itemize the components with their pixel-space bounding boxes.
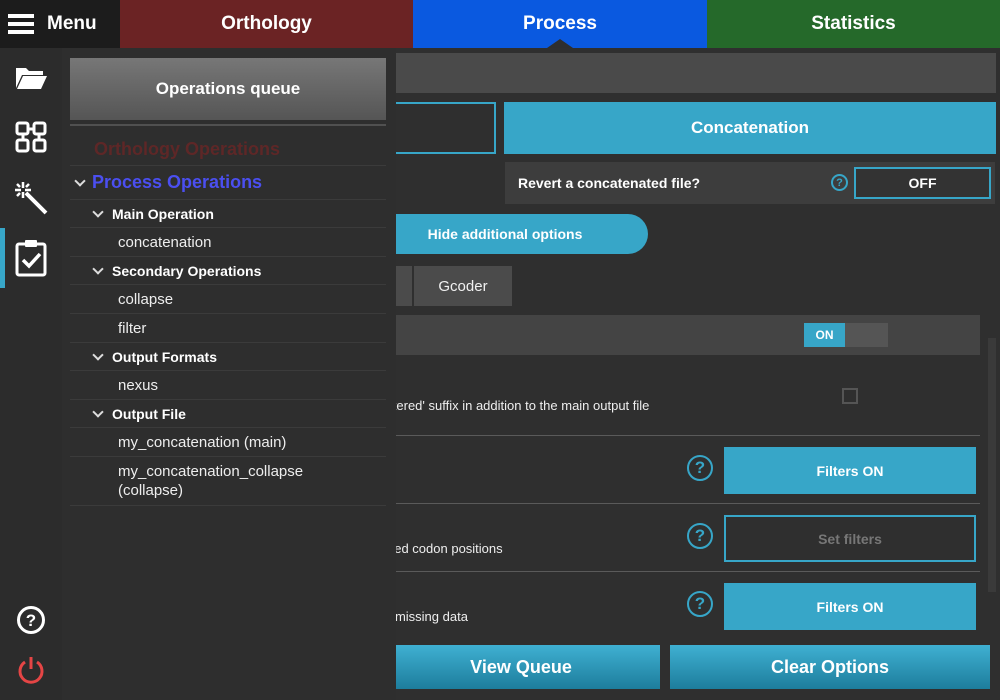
tab-process[interactable]: Process bbox=[413, 0, 707, 48]
filters-on-label: Filters ON bbox=[816, 462, 884, 479]
view-queue-label: View Queue bbox=[470, 656, 572, 677]
missing-data-description: r missing data bbox=[387, 609, 468, 624]
on-off-switch[interactable]: ON bbox=[804, 323, 888, 347]
folder-open-icon[interactable] bbox=[0, 52, 62, 104]
filters-on-label: Filters ON bbox=[816, 598, 884, 615]
divider bbox=[70, 505, 386, 506]
main-operation-label: Main Operation bbox=[112, 205, 214, 222]
filters-on-button[interactable]: Filters ON bbox=[724, 583, 976, 630]
operations-queue-header: Operations queue bbox=[70, 58, 386, 120]
output-file-group[interactable]: Output File bbox=[70, 400, 386, 428]
output-formats-label: Output Formats bbox=[112, 348, 217, 365]
tab-orthology[interactable]: Orthology bbox=[120, 0, 413, 48]
list-item[interactable]: concatenation bbox=[70, 228, 386, 257]
orthology-operations-item[interactable]: Orthology Operations bbox=[70, 134, 386, 166]
tab-statistics[interactable]: Statistics bbox=[707, 0, 1000, 48]
revert-row: Revert a concatenated file? ? OFF bbox=[505, 162, 995, 204]
help-icon[interactable]: ? bbox=[687, 455, 713, 481]
secondary-operations-label: Secondary Operations bbox=[112, 262, 262, 279]
operations-queue-title: Operations queue bbox=[155, 79, 301, 98]
header-strip bbox=[396, 53, 996, 93]
set-filters-button[interactable]: Set filters bbox=[724, 515, 976, 562]
list-item[interactable]: my_concatenation (main) bbox=[70, 428, 386, 457]
output-formats-group[interactable]: Output Formats bbox=[70, 343, 386, 371]
tab-orthology-label: Orthology bbox=[221, 13, 312, 34]
operations-queue-panel: Operations queue Orthology Operations Pr… bbox=[62, 48, 396, 700]
hide-additional-options-button[interactable]: Hide additional options bbox=[362, 214, 648, 254]
chevron-down-icon bbox=[92, 205, 104, 218]
set-filters-label: Set filters bbox=[818, 530, 882, 547]
suffix-description: iltered' suffix in addition to the main … bbox=[387, 398, 650, 413]
process-operations-item[interactable]: Process Operations bbox=[70, 166, 386, 200]
help-icon[interactable]: ? bbox=[687, 591, 713, 617]
list-item[interactable]: my_concatenation_collapse (collapse) bbox=[70, 462, 386, 500]
divider bbox=[396, 503, 980, 504]
output-file-label: Output File bbox=[112, 405, 186, 422]
options-scrollbar[interactable] bbox=[988, 338, 996, 592]
queue-item-label: (collapse) bbox=[118, 482, 184, 499]
revert-toggle-button[interactable]: OFF bbox=[854, 167, 991, 199]
tab-statistics-label: Statistics bbox=[811, 13, 896, 34]
queue-item-label: my_concatenation_collapse bbox=[118, 463, 304, 480]
queue-item-label: concatenation bbox=[118, 233, 212, 251]
queue-item-label: collapse bbox=[118, 290, 174, 308]
list-item[interactable]: filter bbox=[70, 314, 386, 343]
queue-item-label: filter bbox=[118, 319, 147, 337]
main-operation-group[interactable]: Main Operation bbox=[70, 200, 386, 228]
chevron-down-icon bbox=[92, 405, 104, 418]
chevron-down-icon bbox=[92, 262, 104, 275]
menu-label: Menu bbox=[47, 13, 97, 34]
divider bbox=[396, 571, 980, 572]
secondary-operations-group[interactable]: Secondary Operations bbox=[70, 257, 386, 285]
side-rail: ? bbox=[0, 48, 62, 700]
hamburger-icon bbox=[8, 14, 34, 34]
queue-item-label: my_concatenation (main) bbox=[118, 433, 287, 451]
switch-on-label: ON bbox=[804, 323, 845, 347]
list-item[interactable]: collapse bbox=[70, 285, 386, 314]
queue-item-label: nexus bbox=[118, 376, 159, 394]
power-icon[interactable] bbox=[0, 644, 62, 696]
help-icon[interactable]: ? bbox=[0, 594, 62, 646]
divider bbox=[70, 124, 386, 126]
modules-icon[interactable] bbox=[0, 111, 62, 163]
clear-options-label: Clear Options bbox=[770, 656, 890, 677]
menu-button[interactable]: Menu bbox=[0, 0, 120, 48]
svg-text:?: ? bbox=[26, 611, 36, 630]
hide-options-label: Hide additional options bbox=[427, 226, 583, 242]
clipboard-check-icon[interactable] bbox=[0, 232, 62, 284]
magic-wand-icon[interactable] bbox=[0, 172, 62, 224]
codon-description: ded codon positions bbox=[387, 541, 503, 556]
help-icon[interactable]: ? bbox=[831, 174, 848, 191]
orthology-operations-label: Orthology Operations bbox=[94, 139, 281, 159]
top-bar: Menu Orthology Process Statistics bbox=[0, 0, 1000, 48]
clear-options-button[interactable]: Clear Options bbox=[670, 645, 990, 689]
view-queue-button[interactable]: View Queue bbox=[382, 645, 660, 689]
concatenation-label: Concatenation bbox=[690, 118, 810, 137]
concatenation-button[interactable]: Concatenation bbox=[504, 102, 996, 154]
revert-label: Revert a concatenated file? bbox=[518, 175, 701, 191]
revert-toggle-label: OFF bbox=[908, 175, 937, 191]
help-icon[interactable]: ? bbox=[687, 523, 713, 549]
process-operations-label: Process Operations bbox=[92, 172, 263, 192]
gcoder-label: Gcoder bbox=[438, 277, 488, 295]
chevron-down-icon bbox=[92, 348, 104, 361]
active-tab-pointer bbox=[547, 39, 573, 48]
divider bbox=[396, 435, 980, 436]
list-item[interactable]: nexus bbox=[70, 371, 386, 400]
chevron-down-icon bbox=[74, 174, 86, 187]
tab-gcoder[interactable]: Gcoder bbox=[414, 266, 512, 306]
suffix-checkbox[interactable] bbox=[842, 388, 858, 404]
option-toggle-row: ON bbox=[382, 315, 980, 355]
tab-process-label: Process bbox=[523, 13, 597, 34]
filters-on-button[interactable]: Filters ON bbox=[724, 447, 976, 494]
